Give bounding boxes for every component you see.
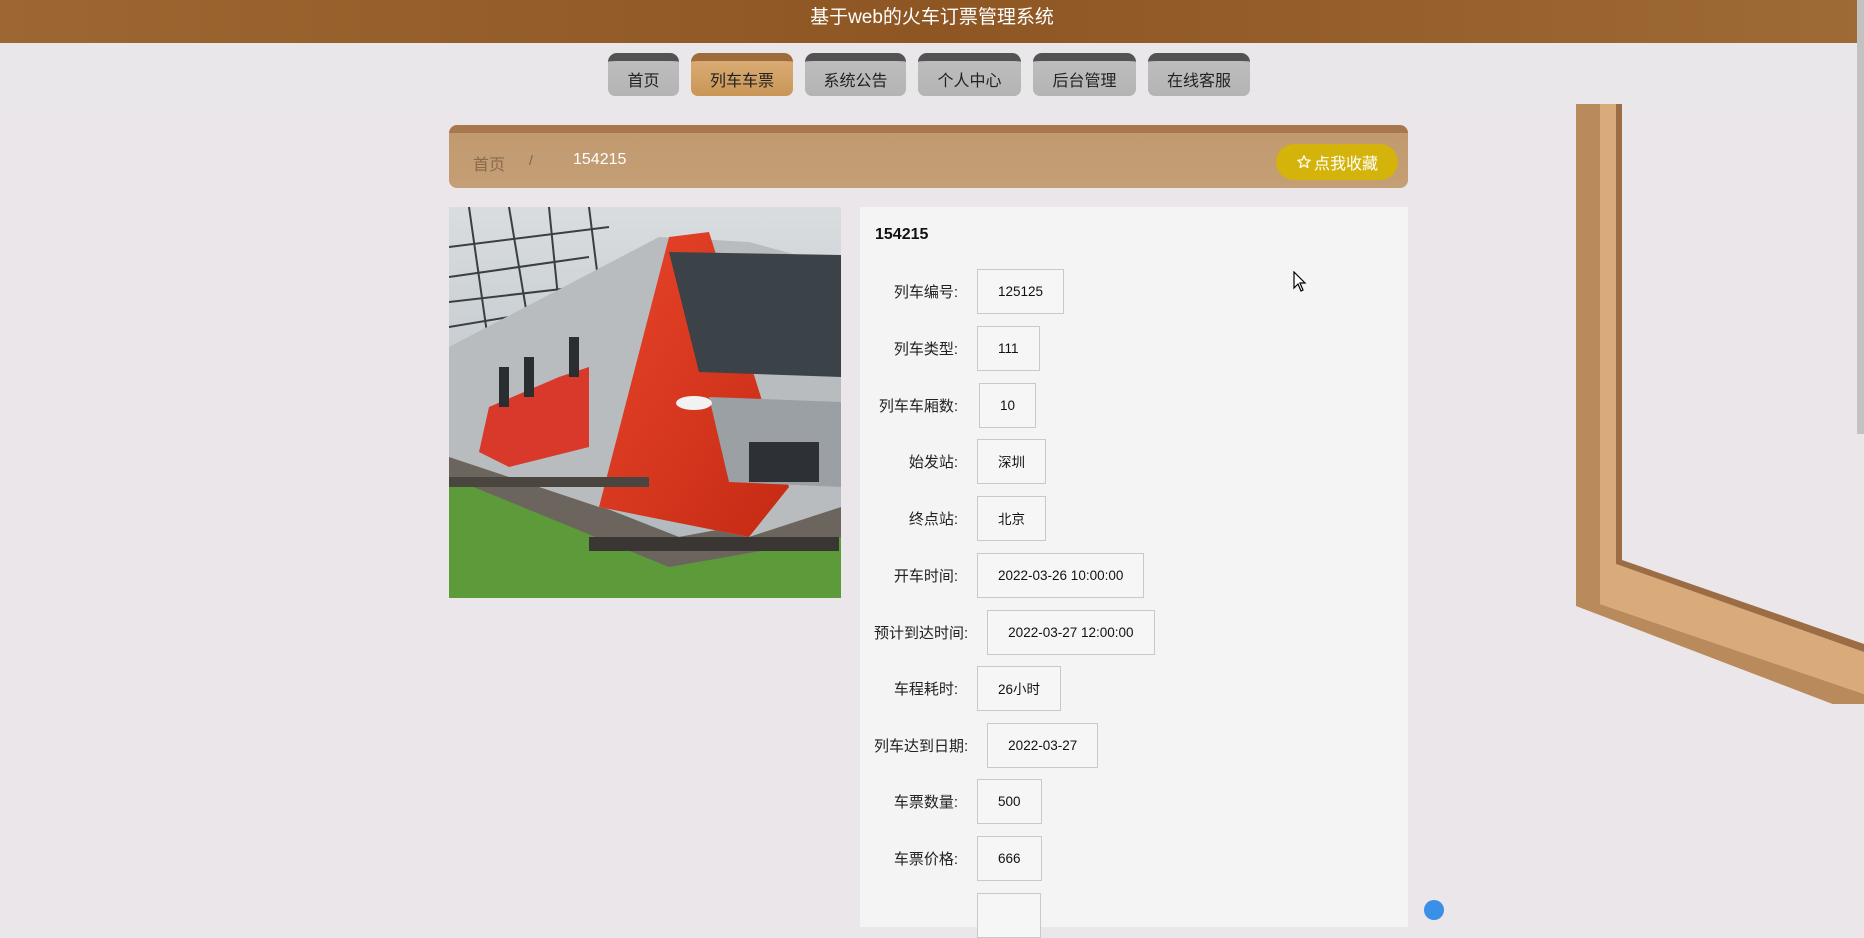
field-terminal-station: 终点站: 北京 <box>860 495 1046 541</box>
ticket-detail-panel: 154215 列车编号: 125125 列车类型: 111 列车车厢数: 10 … <box>860 207 1408 938</box>
field-ticket-price: 车票价格: 666 <box>860 835 1042 881</box>
train-photo <box>449 207 841 598</box>
app-title: 基于web的火车订票管理系统 <box>810 7 1054 28</box>
field-label: 车票数量: <box>893 793 958 811</box>
nav-personal-center[interactable]: 个人中心 <box>918 53 1021 96</box>
breadcrumb: 首页 / 154215 点我收藏 <box>449 125 1408 188</box>
field-ticket-quantity: 车票数量: 500 <box>860 778 1042 824</box>
field-label: 列车编号: <box>893 283 958 301</box>
detail-title: 154215 <box>875 226 929 243</box>
decorative-frame <box>1576 104 1864 704</box>
field-estimated-arrival-time: 预计到达时间: 2022-03-27 12:00:00 <box>860 609 1155 655</box>
app-header: 基于web的火车订票管理系统 <box>0 0 1864 43</box>
breadcrumb-separator: / <box>529 152 533 168</box>
breadcrumb-home-link[interactable]: 首页 <box>473 151 505 175</box>
field-value: 北京 <box>977 495 1046 541</box>
field-next-partial <box>860 892 1041 938</box>
main-nav: 首页 列车车票 系统公告 个人中心 后台管理 在线客服 <box>0 43 1864 107</box>
field-value: 深圳 <box>977 438 1046 484</box>
nav-train-tickets[interactable]: 列车车票 <box>691 53 793 96</box>
field-label: 开车时间: <box>893 567 958 585</box>
field-label: 终点站: <box>908 510 958 528</box>
nav-online-service[interactable]: 在线客服 <box>1148 53 1250 96</box>
field-label: 列车车厢数: <box>878 397 958 415</box>
field-label: 车票价格: <box>893 850 958 868</box>
field-train-number: 列车编号: 125125 <box>860 268 1065 314</box>
nav-announcements[interactable]: 系统公告 <box>805 53 906 96</box>
field-duration: 车程耗时: 26小时 <box>860 665 1062 711</box>
field-arrival-date: 列车达到日期: 2022-03-27 <box>860 722 1099 768</box>
field-value: 666 <box>977 835 1042 881</box>
breadcrumb-current: 154215 <box>573 151 627 168</box>
mouse-cursor-icon <box>1293 271 1307 292</box>
field-value: 111 <box>977 325 1040 371</box>
field-departure-station: 始发站: 深圳 <box>860 438 1046 484</box>
field-value: 2022-03-27 12:00:00 <box>987 609 1155 655</box>
page-scrollbar[interactable] <box>1857 0 1864 434</box>
floating-help-icon[interactable] <box>1424 900 1444 920</box>
star-outline-icon <box>1297 155 1311 169</box>
field-label: 列车类型: <box>893 340 958 358</box>
favorite-button[interactable]: 点我收藏 <box>1276 144 1398 180</box>
field-value: 125125 <box>977 268 1065 314</box>
nav-admin[interactable]: 后台管理 <box>1033 53 1136 96</box>
field-carriage-count: 列车车厢数: 10 <box>860 382 1037 428</box>
field-value: 10 <box>979 382 1037 428</box>
field-value: 2022-03-27 <box>987 722 1099 768</box>
field-label: 始发站: <box>908 453 958 471</box>
nav-home[interactable]: 首页 <box>608 53 679 96</box>
field-value: 500 <box>977 778 1042 824</box>
field-value: 26小时 <box>977 665 1062 711</box>
field-label: 车程耗时: <box>893 680 958 698</box>
field-departure-time: 开车时间: 2022-03-26 10:00:00 <box>860 552 1145 598</box>
field-label: 列车达到日期: <box>874 737 969 755</box>
favorite-button-label: 点我收藏 <box>1313 156 1378 173</box>
field-value: 2022-03-26 10:00:00 <box>977 552 1145 598</box>
field-train-type: 列车类型: 111 <box>860 325 1040 371</box>
field-label: 预计到达时间: <box>874 624 969 642</box>
